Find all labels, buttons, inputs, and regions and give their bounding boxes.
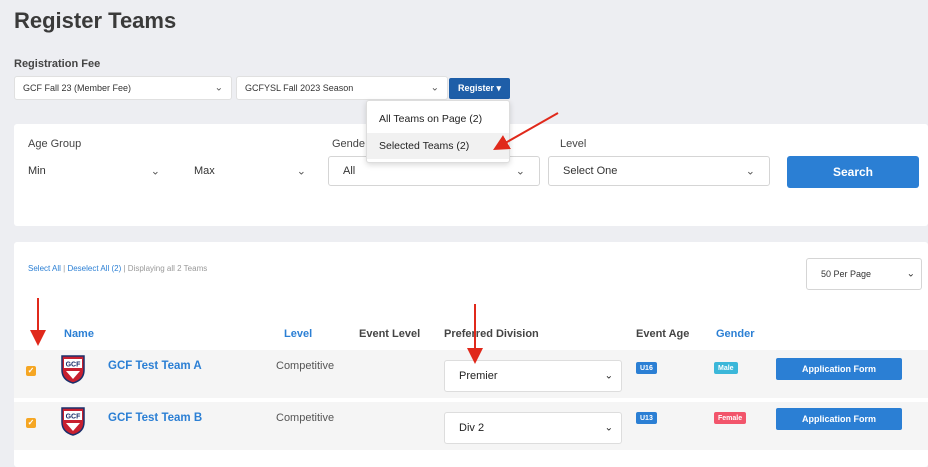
arrow-to-selected-teams — [493, 112, 559, 150]
annotation-arrows — [30, 112, 559, 364]
